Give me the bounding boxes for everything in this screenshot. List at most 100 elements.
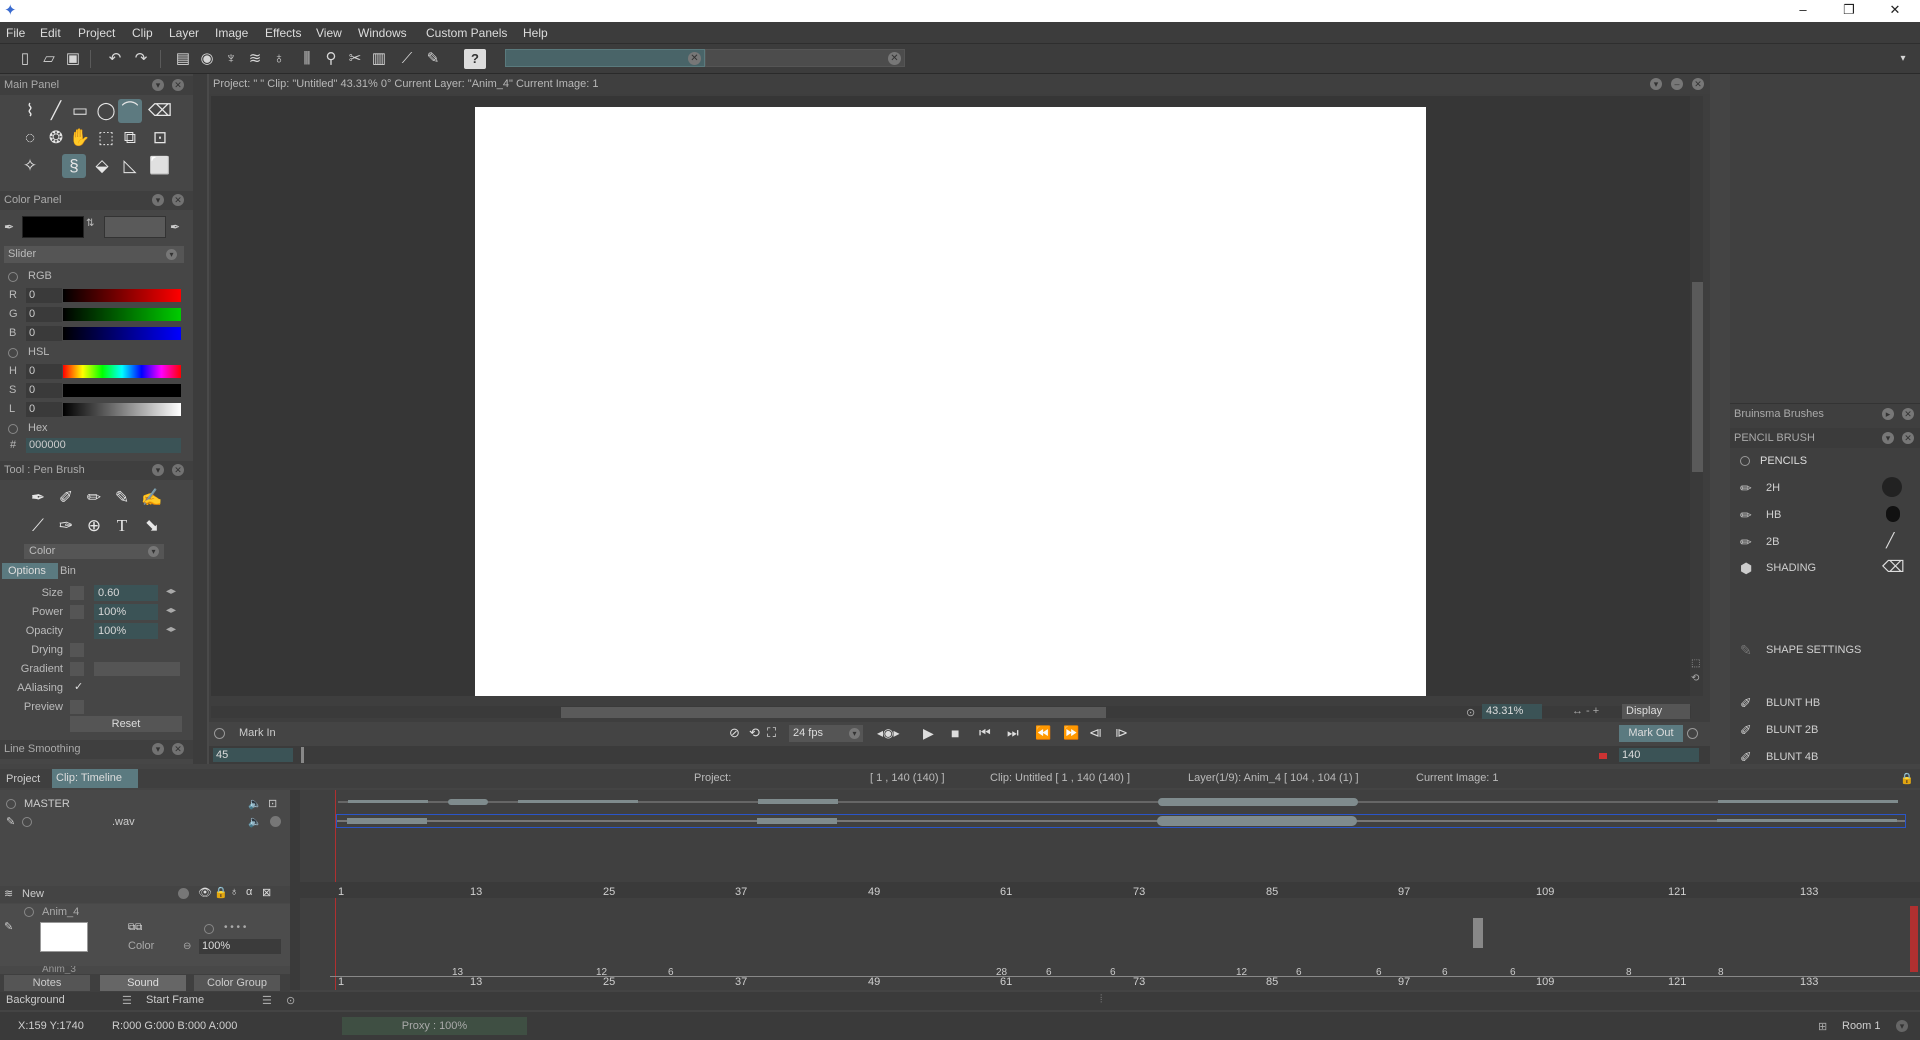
menu-layer[interactable]: Layer: [169, 26, 199, 40]
size-curve-button[interactable]: [70, 586, 84, 600]
text-tool-icon[interactable]: T: [110, 514, 134, 538]
film-icon[interactable]: ▥: [368, 49, 390, 69]
restore-button[interactable]: ❐: [1826, 0, 1872, 22]
reset-button[interactable]: Reset: [70, 716, 182, 732]
pencil-preset-icon[interactable]: ⟋: [26, 514, 50, 538]
brush-item-blunt-4b[interactable]: ✐ BLUNT 4B: [1730, 745, 1920, 764]
layer-opacity-input[interactable]: 100%: [199, 939, 281, 954]
menu-edit[interactable]: Edit: [40, 26, 61, 40]
collapse-icon[interactable]: ▾: [152, 79, 164, 91]
marker2-preset-icon[interactable]: ✎: [110, 486, 134, 510]
primary-color-swatch[interactable]: [22, 216, 84, 238]
brush-item-blunt-hb[interactable]: ✐ BLUNT HB: [1730, 691, 1920, 715]
slider-value[interactable]: 0: [26, 288, 62, 303]
pen-preset-icon[interactable]: ✒: [26, 486, 50, 510]
step-back-icon[interactable]: ◂◉▸: [877, 726, 900, 740]
zoom-reset-icon[interactable]: ⊙: [1466, 706, 1475, 719]
power-input[interactable]: 100%: [94, 604, 158, 620]
rectangle-tool-icon[interactable]: ▭: [68, 99, 92, 123]
shape-settings-item[interactable]: ✎ SHAPE SETTINGS: [1730, 638, 1920, 662]
paint-bucket-icon[interactable]: ⬙: [90, 154, 114, 178]
chevron-down-icon[interactable]: [178, 888, 189, 899]
vertical-scroll-thumb[interactable]: [1692, 282, 1703, 472]
copy-tool-icon[interactable]: ⧉: [118, 126, 142, 150]
slider-value[interactable]: 0: [26, 326, 62, 341]
resize-grip-icon[interactable]: ⦙: [1100, 993, 1102, 1006]
stop-icon[interactable]: ■: [951, 725, 959, 741]
chevron-down-icon[interactable]: ▾: [1896, 1020, 1908, 1032]
hex-radio[interactable]: [8, 424, 18, 434]
blue-slider[interactable]: [63, 327, 181, 340]
drying-checkbox[interactable]: [70, 643, 84, 657]
lasso-tool-icon[interactable]: ⌒: [118, 99, 142, 123]
transform-tool-icon[interactable]: ⬚: [94, 126, 118, 150]
mark-out-button[interactable]: Mark Out: [1619, 725, 1683, 742]
clear-icon[interactable]: ✕: [888, 52, 901, 65]
slider-value[interactable]: 0: [26, 383, 62, 398]
layer-anim-4[interactable]: ✎ Anim_4 ⧉⧉ • • • • Color ⊖ 100%: [0, 904, 290, 966]
zoom-stepper-icon[interactable]: ↔ - +: [1572, 705, 1599, 717]
save-icon[interactable]: ▣: [62, 49, 84, 69]
line-tool-icon[interactable]: ╱: [44, 99, 68, 123]
menu-view[interactable]: View: [316, 26, 342, 40]
zoom-icon[interactable]: ⚲: [320, 49, 342, 69]
horizontal-scroll-thumb[interactable]: [561, 707, 1106, 718]
onion-skin-icon[interactable]: ⊘: [729, 725, 740, 741]
slider-header[interactable]: Slider ▾: [4, 246, 184, 263]
tab-notes[interactable]: Notes: [4, 975, 90, 991]
pencils-toggle[interactable]: [1740, 456, 1750, 466]
wav-toggle[interactable]: [22, 817, 32, 827]
layer-option-radio[interactable]: [204, 924, 214, 934]
mark-out-radio[interactable]: [1687, 728, 1698, 739]
eyedropper-icon[interactable]: ✒: [170, 220, 184, 234]
layer-thumbnail[interactable]: [40, 922, 88, 952]
close-icon[interactable]: ✕: [172, 743, 184, 755]
brush-item-2h[interactable]: ✏ 2H: [1730, 476, 1920, 500]
list-icon[interactable]: ☰: [122, 994, 132, 1007]
lasso-select-icon[interactable]: ◌: [18, 126, 42, 150]
room-label[interactable]: Room 1: [1842, 1020, 1881, 1032]
mask-icon[interactable]: ⊠: [262, 886, 271, 899]
swap-colors-icon[interactable]: ⇅: [86, 218, 98, 238]
toolbar-field-1[interactable]: ✕: [505, 49, 705, 67]
fit-icon[interactable]: ⬚: [1691, 658, 1703, 670]
hand-tool-icon[interactable]: ✋: [68, 126, 92, 150]
bone-tool-icon[interactable]: ✧: [18, 154, 42, 178]
rotate-icon[interactable]: ⟲: [1691, 673, 1703, 685]
menu-file[interactable]: File: [6, 26, 25, 40]
rgb-radio[interactable]: [8, 272, 18, 282]
gradient-checkbox[interactable]: [70, 662, 84, 676]
frame-scrubber[interactable]: 45 140: [209, 746, 1710, 764]
transform-icon[interactable]: ⟋: [396, 49, 418, 69]
hex-input[interactable]: 000000: [26, 438, 181, 453]
drawing-canvas[interactable]: [475, 107, 1426, 696]
collapse-icon[interactable]: ▾: [152, 194, 164, 206]
expand-icon[interactable]: ▸: [1882, 408, 1894, 420]
keyframe-icon[interactable]: ⧉⧉: [128, 922, 142, 933]
brush-item-2b[interactable]: ✏ 2B ╱: [1730, 530, 1920, 554]
hsl-radio[interactable]: [8, 348, 18, 358]
pen-icon[interactable]: ✎: [422, 49, 444, 69]
last-frame-icon[interactable]: ⏭: [1007, 725, 1019, 741]
eye-icon[interactable]: 👁: [198, 886, 212, 899]
slider-value[interactable]: 0: [26, 402, 62, 417]
smudge-tool-icon[interactable]: §: [62, 154, 86, 178]
fps-select[interactable]: 24 fps ▾: [789, 725, 863, 742]
water-preset-icon[interactable]: ⊕: [82, 514, 106, 538]
menu-clip[interactable]: Clip: [132, 26, 153, 40]
left-splitter[interactable]: [193, 74, 207, 764]
tab-options[interactable]: Options: [2, 563, 58, 579]
light-table-icon[interactable]: ♁: [230, 886, 238, 898]
tab-clip-timeline[interactable]: Clip: Timeline: [52, 769, 138, 788]
display-select[interactable]: Display: [1622, 704, 1690, 719]
brush-icon[interactable]: ♆: [220, 49, 242, 69]
layers-icon[interactable]: ≋: [244, 49, 266, 69]
wav-clip[interactable]: [336, 814, 1906, 828]
toolbar-menu-icon[interactable]: ▾: [1892, 49, 1914, 69]
menu-help[interactable]: Help: [523, 26, 548, 40]
speaker-icon[interactable]: 🔈: [248, 815, 262, 828]
menu-image[interactable]: Image: [215, 26, 248, 40]
fullscreen-icon[interactable]: ⛶: [767, 725, 776, 741]
lock-icon[interactable]: 🔒: [1900, 772, 1914, 785]
menu-custom-panels[interactable]: Custom Panels: [426, 26, 507, 40]
